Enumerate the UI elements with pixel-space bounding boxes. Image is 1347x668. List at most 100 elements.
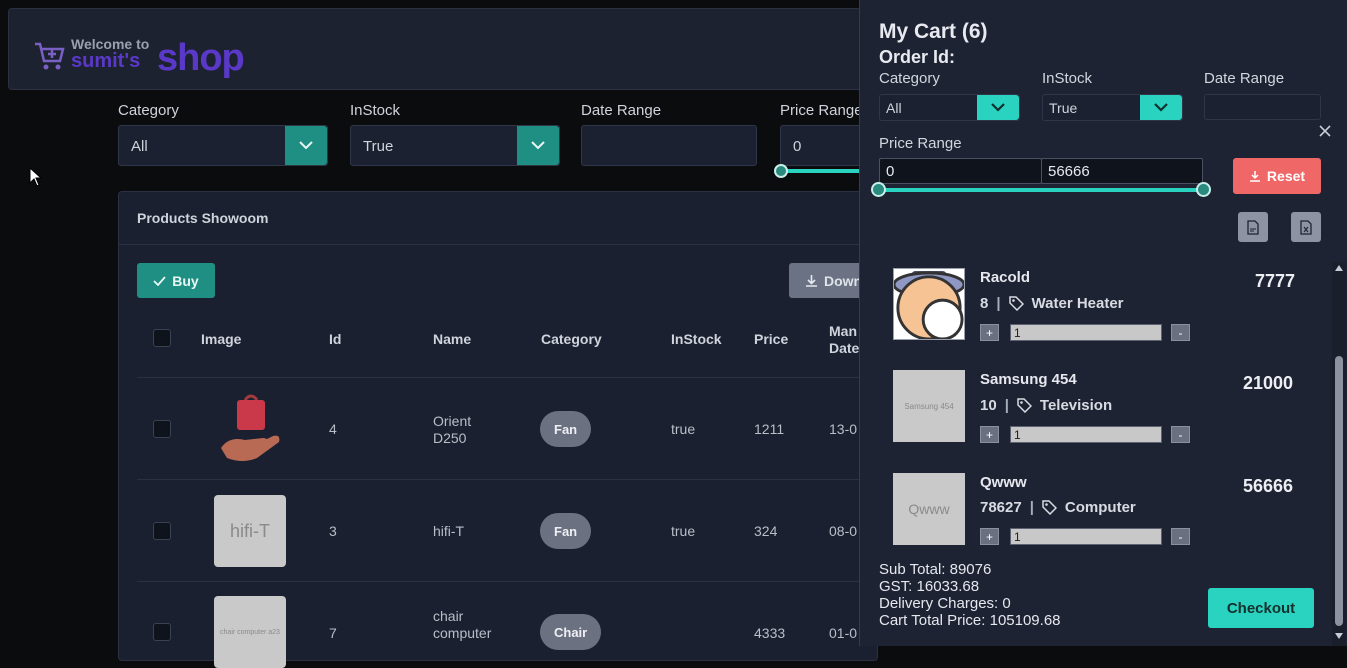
column-header-price[interactable]: Price xyxy=(754,331,788,347)
column-header-date[interactable]: Date xyxy=(829,340,859,356)
cart-price-max-input[interactable]: 56666 xyxy=(1041,158,1203,184)
reset-button[interactable]: Reset xyxy=(1233,158,1321,194)
instock-select[interactable]: True xyxy=(350,125,560,166)
cart-instock-value: True xyxy=(1049,100,1078,116)
column-header-id[interactable]: Id xyxy=(329,331,341,347)
cart-price-min-input[interactable]: 0 xyxy=(879,158,1042,184)
cart-category-select[interactable]: All xyxy=(879,94,1020,121)
cart-instock-select[interactable]: True xyxy=(1042,94,1183,121)
shop-logo[interactable]: Welcome to sumit's shop xyxy=(33,33,253,81)
row-date: 08-0 xyxy=(829,523,858,539)
products-title: Products Showoom xyxy=(137,210,269,226)
cart-category-value: All xyxy=(886,100,902,116)
column-header-instock[interactable]: InStock xyxy=(671,331,722,347)
cart-price-max-value: 56666 xyxy=(1048,162,1090,180)
cart-scrollbar[interactable] xyxy=(1332,262,1346,646)
row-name-line2: computer xyxy=(433,625,492,641)
cart-item-category: Computer xyxy=(1064,499,1136,516)
price-slider-min-handle[interactable] xyxy=(774,164,788,178)
cart-item-meta: 78627 | Computer xyxy=(980,499,1136,516)
row-price: 1211 xyxy=(754,421,785,437)
checkout-button-label: Checkout xyxy=(1226,599,1296,617)
column-header-category[interactable]: Category xyxy=(541,331,602,347)
quantity-increment-button[interactable]: + xyxy=(980,324,999,341)
row-checkbox[interactable] xyxy=(153,623,171,641)
separator: | xyxy=(996,295,1001,312)
chevron-down-icon[interactable] xyxy=(1140,95,1182,120)
row-id: 4 xyxy=(329,421,337,437)
cart-item-stock: 8 xyxy=(980,295,989,312)
scroll-up-icon[interactable] xyxy=(1335,265,1343,271)
scrollbar-thumb[interactable] xyxy=(1335,356,1343,626)
buy-button[interactable]: Buy xyxy=(137,263,215,298)
row-checkbox[interactable] xyxy=(153,522,171,540)
column-header-image[interactable]: Image xyxy=(201,331,241,347)
cart-item-meta: 10 | Television xyxy=(980,397,1112,414)
gst-amount: GST: 16033.68 xyxy=(879,578,980,595)
price-slider-track[interactable] xyxy=(781,169,861,173)
cart-total-price: Cart Total Price: 105109.68 xyxy=(879,612,1061,629)
products-panel: Products Showoom Buy Down Image Id Name … xyxy=(118,191,889,668)
instock-select-value: True xyxy=(363,138,394,155)
chevron-down-icon[interactable] xyxy=(517,126,559,165)
check-icon xyxy=(153,275,166,286)
row-checkbox[interactable] xyxy=(153,420,171,438)
scroll-down-icon[interactable] xyxy=(1335,633,1343,639)
cart-price-slider-max-handle[interactable] xyxy=(1196,182,1211,197)
category-select-value: All xyxy=(131,138,148,155)
cart-item-category: Television xyxy=(1039,397,1113,414)
reset-button-label: Reset xyxy=(1266,168,1306,184)
column-header-manufacture[interactable]: Man xyxy=(829,323,857,339)
date-range-input[interactable] xyxy=(581,125,757,166)
close-icon[interactable] xyxy=(1318,124,1332,138)
product-thumbnail: hifi-T xyxy=(214,495,286,567)
quantity-increment-button[interactable]: + xyxy=(980,426,999,443)
cart-price-slider-min-handle[interactable] xyxy=(871,182,886,197)
cart-price-min-value: 0 xyxy=(886,162,895,180)
divider xyxy=(137,479,879,480)
cart-price-slider-track[interactable] xyxy=(879,188,1204,192)
cart-instock-label: InStock xyxy=(1042,70,1093,87)
quantity-increment-button[interactable]: + xyxy=(980,528,999,545)
quantity-value: 1 xyxy=(1014,427,1021,442)
pdf-export-icon[interactable] xyxy=(1238,212,1268,242)
quantity-decrement-button[interactable]: - xyxy=(1171,426,1190,443)
price-min-input[interactable]: 0 xyxy=(780,125,870,166)
tag-icon xyxy=(1017,398,1032,413)
checkout-button[interactable]: Checkout xyxy=(1208,588,1314,628)
download-icon xyxy=(1249,171,1260,182)
quantity-input[interactable]: 1 xyxy=(1010,324,1162,341)
row-id: 7 xyxy=(329,625,337,641)
cart-item-price: 7777 xyxy=(1255,271,1296,291)
quantity-value: 1 xyxy=(1014,529,1021,544)
cart-item-stock: 10 xyxy=(980,397,997,414)
row-id: 3 xyxy=(329,523,337,539)
brand-shop: shop xyxy=(157,37,245,79)
quantity-input[interactable]: 1 xyxy=(1010,528,1162,545)
chevron-down-icon[interactable] xyxy=(285,126,327,165)
column-header-name[interactable]: Name xyxy=(433,331,471,347)
select-all-checkbox[interactable] xyxy=(153,329,171,347)
category-select[interactable]: All xyxy=(118,125,328,166)
shopping-bag-hand-icon xyxy=(221,394,280,461)
delivery-charges: Delivery Charges: 0 xyxy=(879,595,1011,612)
cart-price-label: Price Range xyxy=(879,135,962,152)
cart-item-name: Samsung 454 xyxy=(980,371,1077,388)
date-filter-label: Date Range xyxy=(581,102,662,119)
site-header: Welcome to sumit's shop xyxy=(8,8,888,90)
download-icon xyxy=(806,275,817,287)
row-price: 4333 xyxy=(754,625,786,641)
quantity-decrement-button[interactable]: - xyxy=(1171,528,1190,545)
cart-item-stock: 78627 xyxy=(980,499,1022,516)
product-thumbnail xyxy=(893,268,965,340)
quantity-input[interactable]: 1 xyxy=(1010,426,1162,443)
cart-date-range-input[interactable] xyxy=(1204,94,1321,120)
category-pill: Fan xyxy=(540,513,592,549)
sub-total: Sub Total: 89076 xyxy=(879,561,992,578)
quantity-decrement-button[interactable]: - xyxy=(1171,324,1190,341)
thumbnail-text: Samsung 454 xyxy=(904,401,954,411)
row-instock: true xyxy=(671,523,696,539)
excel-export-icon[interactable] xyxy=(1291,212,1321,242)
chevron-down-icon[interactable] xyxy=(977,95,1019,120)
divider xyxy=(137,581,879,582)
